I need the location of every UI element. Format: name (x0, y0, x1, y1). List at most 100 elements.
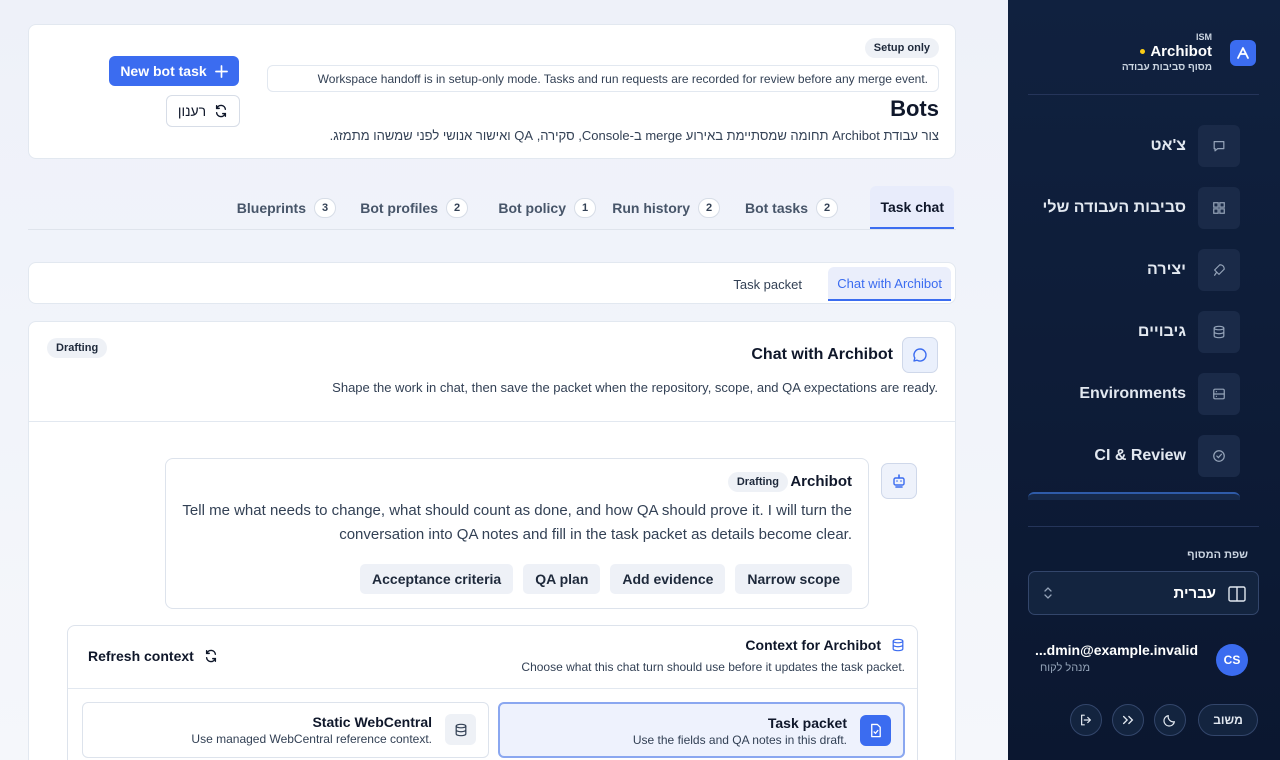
setup-notice: Workspace handoff is in setup-only mode.… (267, 65, 939, 92)
context-option-static-webcentral[interactable]: Static WebCentral Use managed WebCentral… (82, 702, 489, 758)
message-author: Archibot (790, 473, 852, 490)
chip-qa-plan[interactable]: QA plan (523, 564, 601, 594)
subtab-task-packet[interactable]: Task packet (724, 267, 811, 301)
database-icon (1198, 311, 1240, 353)
chip-narrow-scope[interactable]: Narrow scope (735, 564, 852, 594)
sidebar-item-label: Environments (1079, 385, 1186, 402)
moon-icon[interactable] (1154, 704, 1186, 736)
page-title: Bots (890, 96, 939, 121)
status-dot-icon (1140, 49, 1146, 54)
tab-label: Task chat (880, 198, 944, 215)
sidebar-item-label: סביבות העבודה שלי (1042, 199, 1187, 216)
avatar[interactable]: CS (1216, 644, 1248, 676)
main-content: Setup only Workspace handoff is in setup… (0, 0, 1008, 760)
chevrons-right-icon[interactable] (1112, 704, 1144, 736)
feedback-button[interactable]: משוב (1198, 704, 1258, 736)
tab-label: Bot policy (498, 199, 566, 216)
sidebar-item-label: צ'אט (1150, 137, 1186, 154)
refresh-icon (214, 104, 228, 118)
context-description: Choose what this chat turn should use be… (521, 660, 905, 674)
refresh-context-label: Refresh context (88, 648, 194, 664)
tab-label: Run history (612, 199, 690, 216)
context-title: Context for Archibot (745, 637, 881, 653)
option-title: Static WebCentral (312, 714, 432, 730)
tab-bot-policy[interactable]: Bot policy 1 (488, 186, 606, 229)
tab-label: Blueprints (236, 199, 306, 216)
tab-count: 3 (314, 197, 336, 218)
grid-icon (1198, 187, 1240, 229)
sidebar-item-label: גיבויים (1137, 323, 1186, 340)
archibot-logo-icon (1230, 40, 1256, 66)
page-description: צור עבודת Archibot תחומה שמסתיימת באירוע… (329, 128, 939, 143)
user-role: מנהל לקוח (1040, 662, 1090, 674)
brand-name: Archibot (1140, 43, 1212, 60)
setup-only-badge: Setup only (864, 38, 939, 58)
brand-name-text: Archibot (1150, 43, 1212, 60)
chat-title: Chat with Archibot (751, 346, 893, 363)
chat-icon (1198, 125, 1240, 167)
file-check-icon (860, 715, 891, 746)
language-label: שפת המסוף (1187, 549, 1248, 561)
option-description: Use the fields and QA notes in this draf… (632, 733, 847, 747)
sidebar-item-my-workspaces[interactable]: סביבות העבודה שלי (1028, 187, 1260, 229)
sidebar-divider (1028, 94, 1259, 95)
chat-panel: Chat with Archibot Drafting Shape the wo… (28, 321, 956, 760)
context-option-task-packet[interactable]: Task packet Use the fields and QA notes … (498, 702, 905, 758)
language-value: עברית (1173, 585, 1216, 602)
tab-count: 1 (574, 197, 596, 218)
brand-ism: ISM (1195, 32, 1212, 42)
subtab-chat-with-archibot[interactable]: Chat with Archibot (828, 267, 951, 301)
brand-subtitle: מסוף סביבות עבודה (1121, 62, 1212, 73)
page-header: Setup only Workspace handoff is in setup… (28, 24, 956, 159)
sidebar-item-backups[interactable]: גיבויים (1028, 311, 1260, 353)
tab-bot-tasks[interactable]: Bot tasks 2 (735, 186, 848, 229)
new-bot-task-button[interactable]: New bot task (109, 56, 239, 86)
chip-acceptance-criteria[interactable]: Acceptance criteria (360, 564, 514, 594)
rocket-icon (1198, 249, 1240, 291)
tab-blueprints[interactable]: Blueprints 3 (227, 186, 346, 229)
tab-task-chat[interactable]: Task chat (870, 186, 954, 229)
language-select[interactable]: עברית (1028, 571, 1259, 615)
server-icon (1198, 373, 1240, 415)
chevron-up-down-icon (1043, 586, 1053, 600)
chat-subtabs: Chat with Archibot Task packet (28, 262, 956, 304)
sidebar-item-label: CI & Review (1094, 447, 1186, 464)
suggestion-chips: Acceptance criteria QA plan Add evidence… (360, 564, 852, 594)
tab-count: 2 (816, 197, 838, 218)
new-bot-task-label: New bot task (120, 63, 207, 79)
context-panel: Context for Archibot Choose what this ch… (67, 625, 918, 760)
sidebar-scroll-peek (1028, 492, 1240, 500)
sidebar-item-create[interactable]: יצירה (1028, 249, 1260, 291)
refresh-context-button[interactable]: Refresh context (88, 648, 218, 664)
sidebar-item-label: יצירה (1147, 261, 1186, 278)
tab-label: Bot tasks (744, 199, 808, 216)
logout-icon[interactable] (1070, 704, 1102, 736)
sidebar-divider (1028, 526, 1259, 527)
option-description: Use managed WebCentral reference context… (191, 732, 432, 746)
message-status-badge: Drafting (727, 472, 788, 492)
chip-add-evidence[interactable]: Add evidence (610, 564, 726, 594)
chat-description: Shape the work in chat, then save the pa… (332, 380, 938, 395)
tab-count: 2 (698, 197, 720, 218)
tab-run-history[interactable]: Run history 2 (602, 186, 730, 229)
refresh-button[interactable]: רענון (166, 95, 240, 127)
tab-label: Bot profiles (360, 199, 438, 216)
refresh-label: רענון (177, 103, 207, 119)
sidebar-item-ci-review[interactable]: CI & Review (1028, 435, 1260, 477)
refresh-icon (204, 649, 218, 663)
archibot-message: Archibot Drafting Tell me what needs to … (165, 458, 869, 609)
message-text: Tell me what needs to change, what shoul… (182, 502, 852, 543)
chat-panel-header: Chat with Archibot Drafting Shape the wo… (29, 322, 955, 422)
tab-bot-profiles[interactable]: Bot profiles 2 (350, 186, 478, 229)
sidebar-item-chat[interactable]: צ'אט (1028, 125, 1260, 167)
plus-icon (214, 64, 228, 78)
tab-count: 2 (446, 197, 468, 218)
columns-icon (1228, 586, 1246, 602)
sidebar-item-environments[interactable]: Environments (1028, 373, 1260, 415)
bots-tabs: Task chat Bot tasks 2 Run history 2 Bot … (28, 186, 956, 230)
robot-icon (881, 463, 917, 499)
sidebar: ISM Archibot מסוף סביבות עבודה צ'אט סביב… (1008, 0, 1280, 760)
database-icon (891, 638, 905, 652)
database-icon (445, 714, 476, 745)
context-header: Context for Archibot Choose what this ch… (68, 626, 917, 689)
